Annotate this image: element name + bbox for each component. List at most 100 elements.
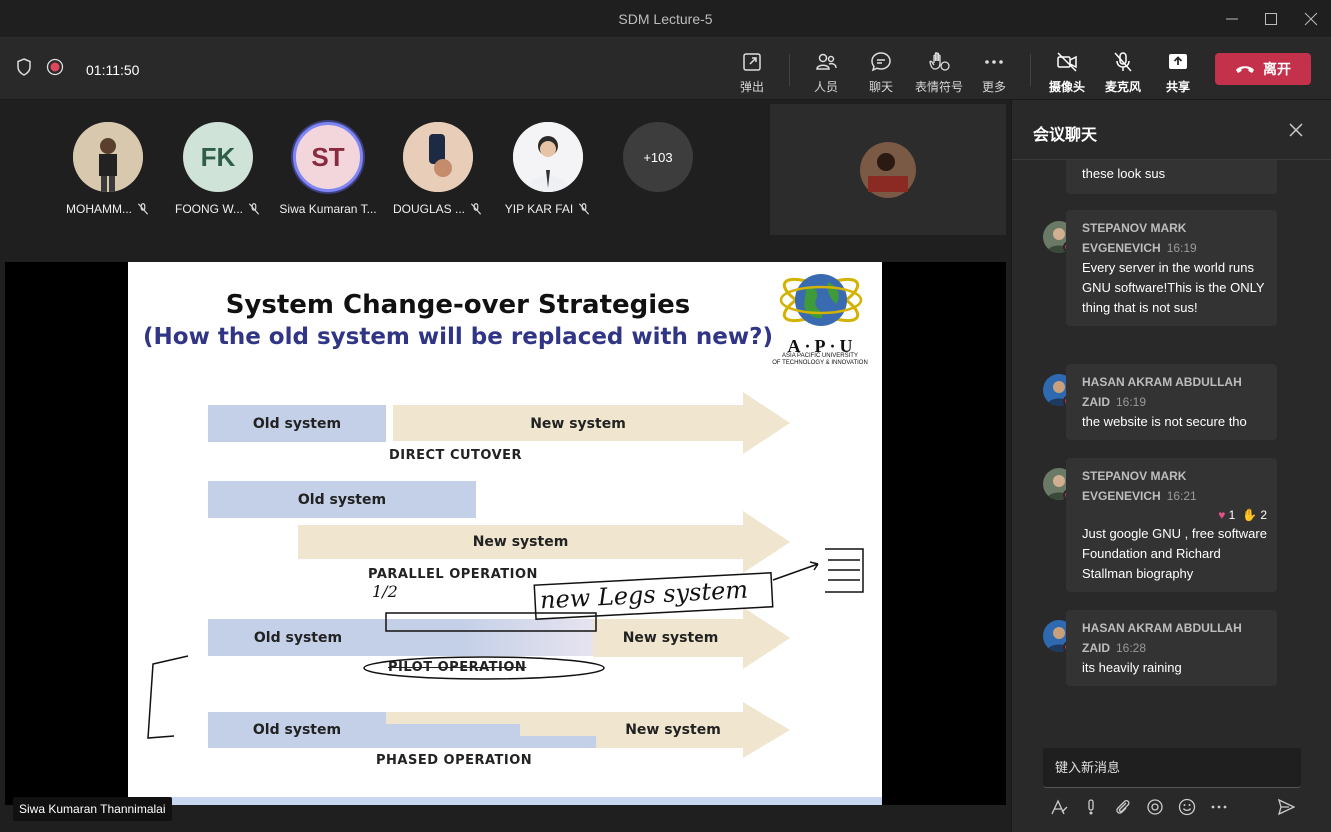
muted-mic-icon bbox=[248, 203, 260, 215]
message-text: Every server in the world runs GNU softw… bbox=[1082, 260, 1265, 315]
muted-mic-icon bbox=[579, 203, 590, 215]
more-icon bbox=[985, 60, 1003, 64]
participant-tile[interactable]: MOHAMM... bbox=[58, 122, 158, 216]
thumbs-count: 2 bbox=[1260, 508, 1267, 522]
popout-button[interactable]: 弹出 bbox=[740, 50, 764, 95]
thumbs-up-icon: ✋ bbox=[1242, 508, 1257, 522]
ink-annotation: 1/2 bbox=[372, 582, 398, 601]
muted-mic-icon bbox=[137, 203, 149, 215]
heart-count: 1 bbox=[1228, 508, 1236, 522]
window-title: SDM Lecture-5 bbox=[618, 11, 713, 27]
emoji-icon[interactable] bbox=[1177, 797, 1197, 817]
self-video bbox=[770, 104, 1006, 235]
hangup-icon bbox=[1236, 66, 1254, 73]
more-button[interactable]: 更多 bbox=[982, 50, 1006, 95]
chat-message[interactable]: HASAN AKRAM ABDULLAH ZAID 16:19 the websi… bbox=[1066, 364, 1277, 440]
people-icon bbox=[816, 53, 837, 70]
popout-icon bbox=[743, 53, 761, 71]
people-button[interactable]: 人员 bbox=[814, 50, 838, 95]
mic-label: 麦克风 bbox=[1105, 80, 1142, 94]
reactions-button[interactable]: 表情符号 bbox=[915, 50, 963, 95]
message-input[interactable] bbox=[1043, 748, 1301, 787]
meeting-timer: 01:11:50 bbox=[86, 61, 140, 78]
popout-label: 弹出 bbox=[740, 80, 765, 94]
avatar: ST bbox=[293, 122, 363, 192]
camera-label: 摄像头 bbox=[1049, 80, 1086, 94]
close-chat-icon[interactable] bbox=[1287, 121, 1305, 139]
people-label: 人员 bbox=[814, 80, 839, 94]
format-icon[interactable] bbox=[1049, 797, 1069, 817]
more-options-icon[interactable] bbox=[1209, 797, 1229, 817]
message-author: HASAN AKRAM ABDULLAH ZAID 16:19 bbox=[1082, 375, 1242, 409]
avatar bbox=[403, 122, 473, 192]
chat-icon bbox=[871, 52, 891, 72]
slide-footer bbox=[128, 797, 882, 805]
message-author: STEPANOV MARK EVGENEVICH 16:19 bbox=[1082, 221, 1197, 255]
share-icon bbox=[1169, 54, 1187, 69]
leave-label: 离开 bbox=[1263, 61, 1291, 77]
overflow-count: +103 bbox=[623, 122, 693, 192]
message-text: its heavily raining bbox=[1082, 660, 1182, 675]
participant-name: MOHAMM... bbox=[66, 202, 132, 216]
message-author: HASAN AKRAM ABDULLAH ZAID 16:28 bbox=[1082, 621, 1242, 655]
camera-button[interactable]: 摄像头 bbox=[1049, 50, 1085, 95]
muted-mic-icon bbox=[470, 203, 482, 215]
compose-box[interactable] bbox=[1043, 748, 1301, 788]
message-author: STEPANOV MARK EVGENEVICH 16:21 bbox=[1082, 469, 1197, 503]
presentation-slide: System Change-over Strategies (How the o… bbox=[128, 262, 882, 805]
heart-icon: ♥ bbox=[1218, 508, 1226, 522]
participant-name: YIP KAR FAI bbox=[504, 202, 574, 216]
maximize-icon[interactable] bbox=[1261, 9, 1281, 29]
minimize-icon[interactable] bbox=[1222, 9, 1242, 29]
message-text: these look sus bbox=[1082, 166, 1166, 181]
chat-label: 聊天 bbox=[869, 80, 894, 94]
participant-tile[interactable]: FK FOONG W... bbox=[168, 122, 268, 216]
important-icon[interactable] bbox=[1081, 797, 1101, 817]
reactions-label: 表情符号 bbox=[915, 80, 964, 94]
participant-name: Siwa Kumaran T... bbox=[279, 202, 377, 216]
chat-header: 会议聊天 bbox=[1012, 100, 1331, 160]
send-icon[interactable] bbox=[1276, 797, 1296, 817]
message-text: the website is not secure tho bbox=[1082, 414, 1247, 429]
share-button[interactable]: 共享 bbox=[1166, 50, 1190, 95]
loop-icon[interactable] bbox=[1145, 797, 1165, 817]
participant-tile[interactable]: YIP KAR FAI bbox=[498, 122, 598, 216]
chat-message[interactable]: these look sus bbox=[1066, 160, 1277, 194]
ink-annotations bbox=[147, 548, 864, 739]
screen-share: System Change-over Strategies (How the o… bbox=[5, 262, 1006, 805]
avatar bbox=[513, 122, 583, 192]
shield-icon[interactable] bbox=[16, 58, 32, 81]
self-video-avatar bbox=[860, 142, 916, 198]
raise-hand-icon bbox=[929, 52, 950, 71]
message-text: Just google GNU , free software Foundati… bbox=[1082, 526, 1267, 581]
camera-off-icon bbox=[1057, 52, 1077, 72]
participant-tile-speaking[interactable]: ST Siwa Kumaran T... bbox=[278, 122, 378, 216]
participant-name: DOUGLAS ... bbox=[392, 202, 466, 216]
message-reactions[interactable]: ♥ 1 ✋ 2 bbox=[1082, 506, 1267, 524]
chat-message[interactable]: STEPANOV MARK EVGENEVICH 16:21 ♥ 1 ✋ 2 Ju… bbox=[1066, 458, 1277, 592]
more-label: 更多 bbox=[982, 80, 1007, 94]
recording-icon bbox=[46, 58, 64, 81]
more-participants[interactable]: +103 bbox=[608, 122, 708, 192]
meeting-toolbar: 01:11:50 弹出 人员 聊天 表情符号 更多 摄像头 麦克风 共享 离开 bbox=[0, 38, 1331, 100]
share-label: 共享 bbox=[1166, 80, 1191, 94]
meeting-chat-panel: 会议聊天 these look sus STEPANOV MARK EVGENE… bbox=[1011, 100, 1331, 832]
mic-off-icon bbox=[1114, 52, 1132, 72]
chat-message[interactable]: STEPANOV MARK EVGENEVICH 16:19 Every serv… bbox=[1066, 210, 1277, 326]
participant-tile[interactable]: DOUGLAS ... bbox=[388, 122, 488, 216]
meeting-stage: MOHAMM... FK FOONG W... ST Siwa Kumaran … bbox=[0, 100, 1011, 832]
presenter-name-tag: Siwa Kumaran Thannimalai bbox=[13, 797, 172, 821]
close-icon[interactable] bbox=[1301, 9, 1321, 29]
avatar: FK bbox=[183, 122, 253, 192]
leave-button[interactable]: 离开 bbox=[1215, 53, 1311, 85]
chat-title: 会议聊天 bbox=[1033, 127, 1098, 144]
participant-name: FOONG W... bbox=[175, 202, 243, 216]
attach-icon[interactable] bbox=[1113, 797, 1133, 817]
mic-button[interactable]: 麦克风 bbox=[1105, 50, 1141, 95]
window-titlebar: SDM Lecture-5 bbox=[0, 0, 1331, 38]
chat-button[interactable]: 聊天 bbox=[869, 50, 893, 95]
toolbar-divider bbox=[1030, 54, 1031, 86]
avatar bbox=[73, 122, 143, 192]
chat-message[interactable]: HASAN AKRAM ABDULLAH ZAID 16:28 its heavi… bbox=[1066, 610, 1277, 686]
toolbar-divider bbox=[789, 54, 790, 86]
